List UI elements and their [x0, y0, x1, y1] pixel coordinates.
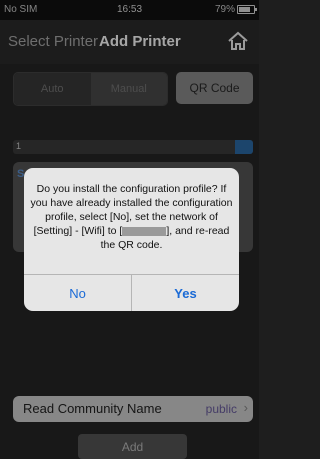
dialog-message: Do you install the configuration profile…	[30, 182, 233, 252]
no-button[interactable]: No	[24, 275, 131, 311]
install-profile-dialog: Do you install the configuration profile…	[24, 168, 239, 311]
redacted-ssid	[122, 226, 167, 236]
yes-button[interactable]: Yes	[132, 275, 239, 311]
